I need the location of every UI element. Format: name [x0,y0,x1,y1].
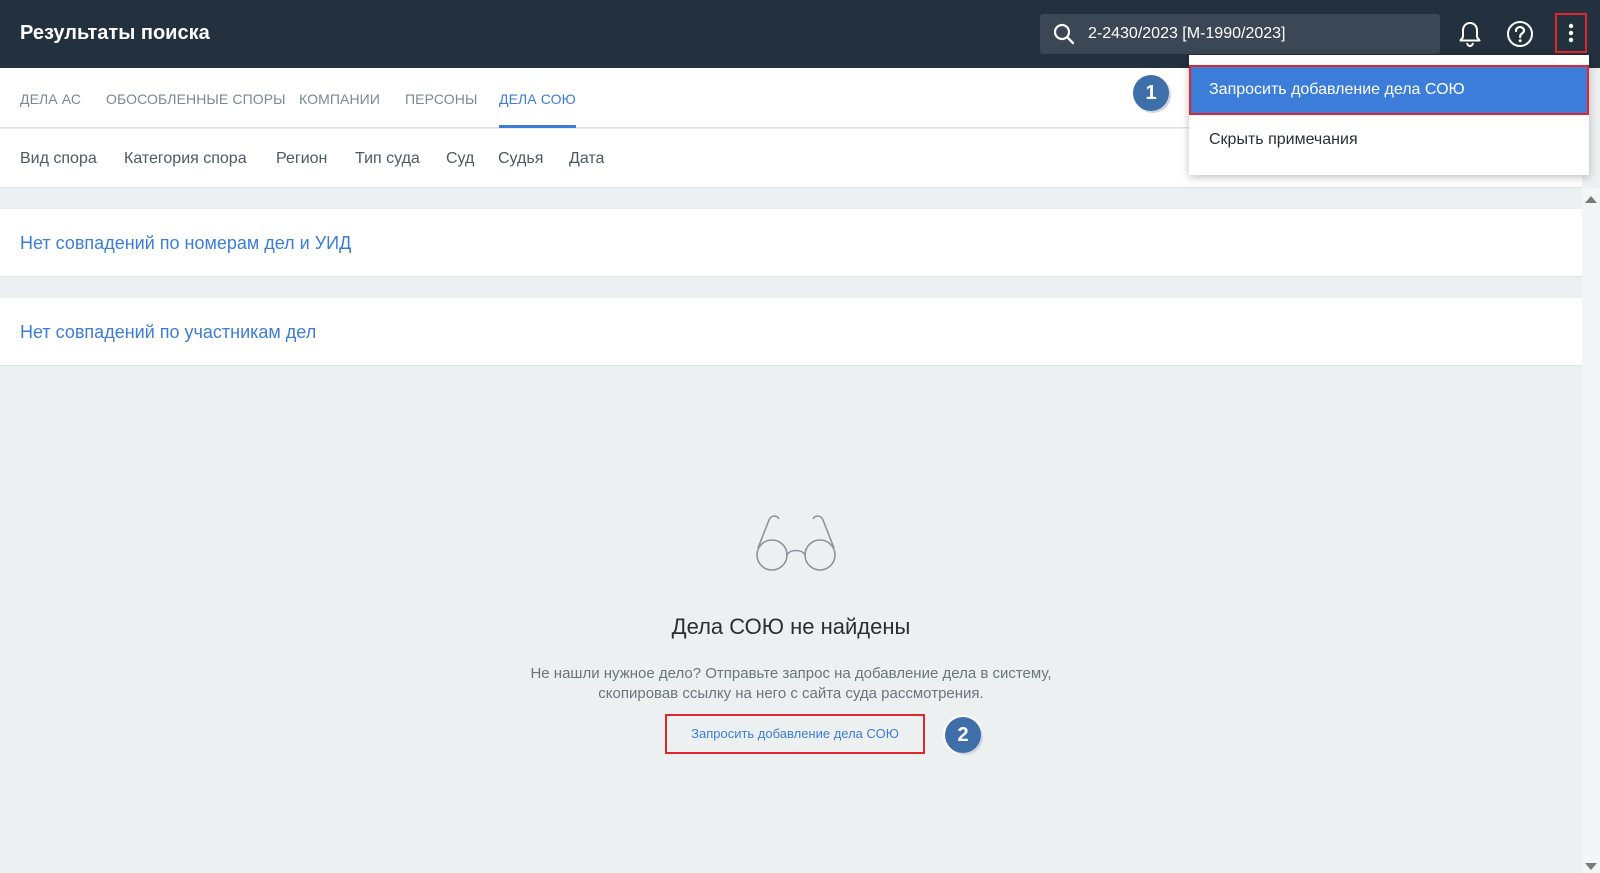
tab-companies[interactable]: КОМПАНИИ [299,68,380,128]
scroll-down-icon[interactable] [1585,863,1597,870]
empty-state-title: Дела СОЮ не найдены [671,614,911,639]
filter-date[interactable]: Дата [569,129,604,188]
tab-persons[interactable]: ПЕРСОНЫ [405,68,477,128]
bell-icon[interactable] [1455,19,1485,49]
search-box[interactable] [1040,14,1440,54]
glasses-icon [751,512,841,574]
no-participants-message: Нет совпадений по участникам дел [20,322,317,342]
search-icon [1052,22,1076,46]
empty-state-text-line1: Не нашли нужное дело? Отправьте запрос н… [530,665,1052,682]
no-case-numbers-message: Нет совпадений по номерам дел и УИД [20,233,352,253]
more-options-menu: Запросить добавление дела СОЮ Скрыть при… [1189,55,1589,175]
tab-cases-as[interactable]: ДЕЛА АС [20,68,81,128]
tab-separate-disputes[interactable]: ОБОСОБЛЕННЫЕ СПОРЫ [106,68,286,128]
filter-dispute-type[interactable]: Вид спора [20,129,97,188]
step-badge-2: 2 [945,717,981,753]
filter-judge[interactable]: Судья [498,129,543,188]
request-add-case-link[interactable]: Запросить добавление дела СОЮ [665,714,925,754]
filter-court[interactable]: Суд [446,129,474,188]
vertical-scrollbar[interactable] [1582,188,1600,873]
panel-participants: Нет совпадений по участникам дел [0,298,1582,366]
filter-dispute-category[interactable]: Категория спора [124,129,247,188]
menu-item-request-add-case[interactable]: Запросить добавление дела СОЮ [1189,65,1589,115]
scroll-up-icon[interactable] [1585,196,1597,203]
empty-state-text-line2: скопировав ссылку на него с сайта суда р… [598,685,984,702]
page-title: Результаты поиска [20,22,210,44]
empty-state-text: Не нашли нужное дело? Отправьте запрос н… [0,664,1582,704]
filter-court-type[interactable]: Тип суда [355,129,420,188]
tab-cases-soyu[interactable]: ДЕЛА СОЮ [499,68,576,128]
more-vertical-icon[interactable] [1555,13,1587,53]
menu-item-hide-notes[interactable]: Скрыть примечания [1189,115,1589,165]
panel-case-numbers: Нет совпадений по номерам дел и УИД [0,209,1582,277]
help-icon[interactable] [1505,19,1535,49]
step-badge-1: 1 [1133,75,1169,111]
filter-region[interactable]: Регион [276,129,327,188]
search-input[interactable] [1088,14,1428,54]
